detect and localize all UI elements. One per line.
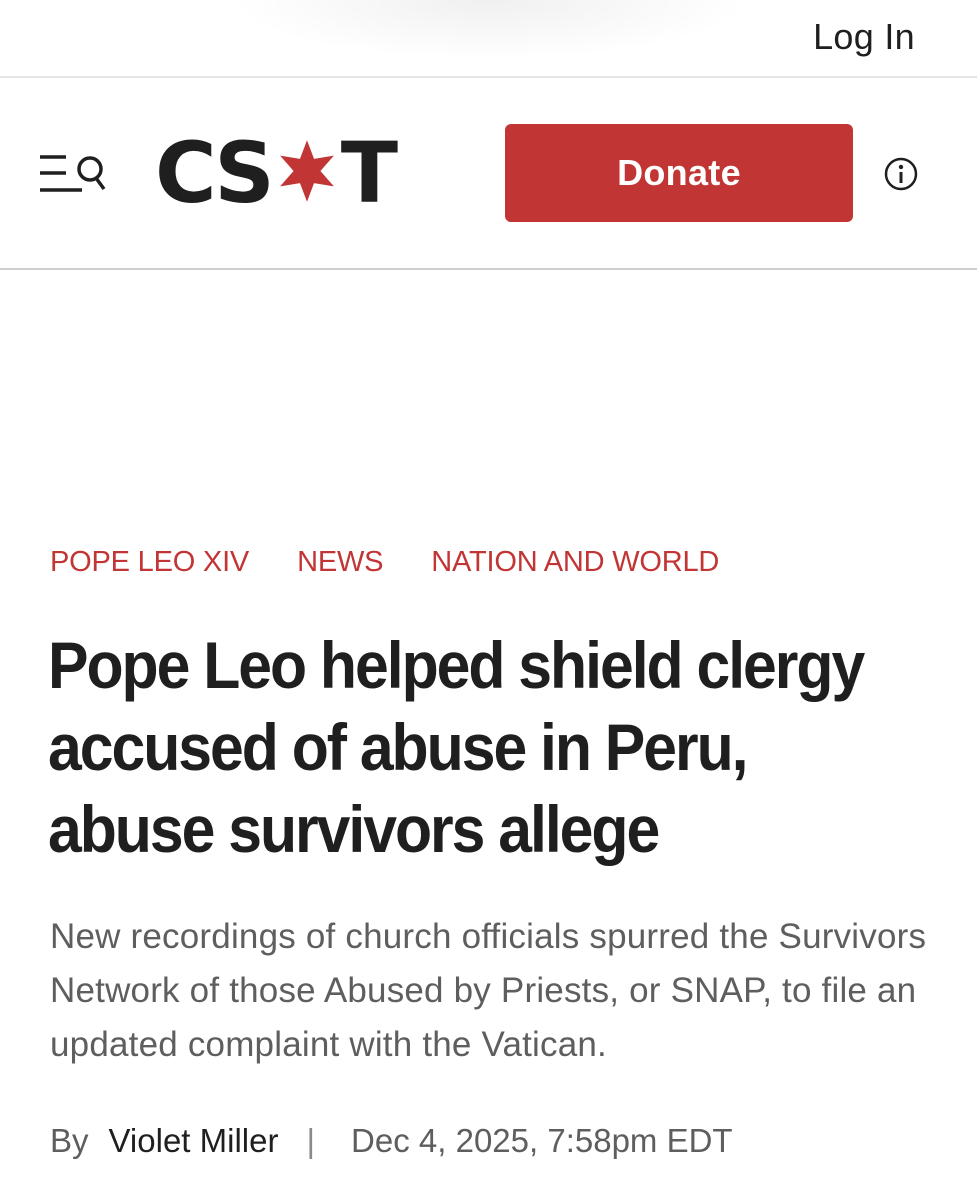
login-link[interactable]: Log In (813, 16, 915, 58)
site-logo[interactable]: CS T (155, 124, 398, 222)
star-icon (279, 140, 334, 202)
byline: By Violet Miller | Dec 4, 2025, 7:58pm E… (50, 1122, 733, 1160)
top-utility-bar: Log In (0, 0, 977, 78)
byline-separator: | (306, 1122, 316, 1159)
logo-text-right: T (340, 124, 398, 222)
article-page: Log In CS T Donate POPE LEO XIV NEWS NAT… (0, 0, 977, 1177)
menu-search-icon[interactable] (38, 153, 108, 195)
section-tag-news[interactable]: NEWS (297, 546, 383, 579)
section-tags: POPE LEO XIV NEWS NATION AND WORLD (50, 546, 719, 579)
section-tag-nation-and-world[interactable]: NATION AND WORLD (431, 546, 719, 579)
section-tag-pope-leo-xiv[interactable]: POPE LEO XIV (50, 546, 249, 579)
logo-text-left: CS (155, 124, 275, 222)
donate-button[interactable]: Donate (505, 124, 853, 222)
byline-prefix: By (50, 1122, 89, 1159)
publish-date: Dec 4, 2025, 7:58pm EDT (351, 1122, 733, 1159)
article-headline: Pope Leo helped shield clergy accused of… (48, 628, 865, 866)
author-link[interactable]: Violet Miller (109, 1122, 279, 1160)
article-dek: New recordings of church officials spurr… (50, 917, 927, 1064)
info-icon[interactable] (884, 157, 918, 191)
site-header: CS T Donate (0, 80, 977, 270)
